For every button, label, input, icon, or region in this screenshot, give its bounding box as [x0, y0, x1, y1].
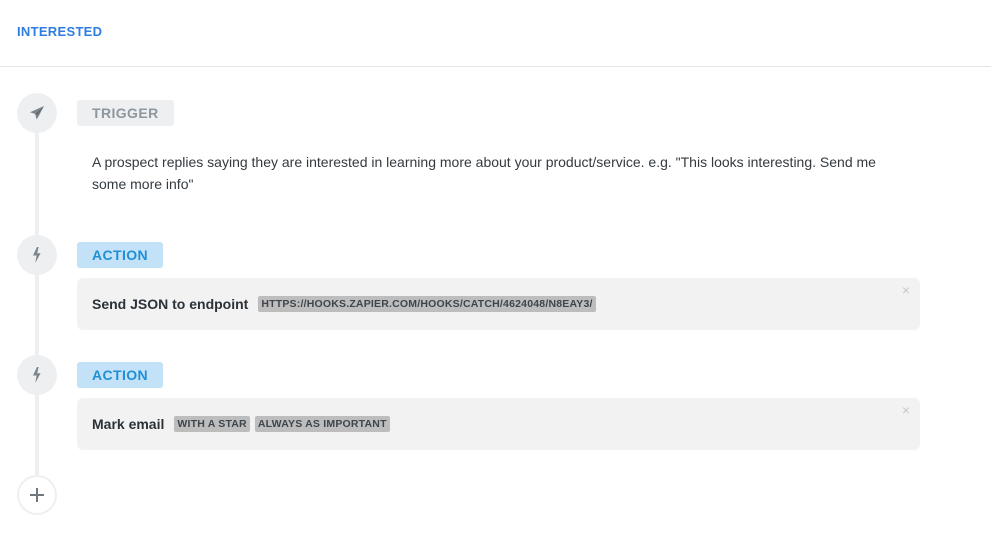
trigger-tag: TRIGGER: [77, 100, 174, 126]
action-title: Mark email: [92, 416, 165, 432]
close-icon[interactable]: ×: [902, 402, 910, 418]
action-tag: ACTION: [77, 242, 164, 268]
trigger-node: [17, 93, 57, 133]
action-card-send-json[interactable]: Send JSON to endpoint HTTPS://HOOKS.ZAPI…: [77, 278, 920, 330]
close-icon[interactable]: ×: [902, 282, 910, 298]
page-header: INTERESTED: [0, 0, 991, 67]
trigger-description: A prospect replies saying they are inter…: [92, 154, 876, 192]
paper-plane-icon: [29, 105, 45, 121]
action-title: Send JSON to endpoint: [92, 296, 249, 312]
action-param-url: HTTPS://HOOKS.ZAPIER.COM/HOOKS/CATCH/462…: [258, 296, 596, 312]
action-param-important: ALWAYS AS IMPORTANT: [254, 416, 390, 432]
lightning-bolt-icon: [31, 367, 43, 383]
lightning-bolt-icon: [31, 247, 43, 263]
page-title: INTERESTED: [17, 24, 103, 39]
add-step-button[interactable]: [17, 475, 57, 515]
action-node: [17, 355, 57, 395]
action-node: [17, 235, 57, 275]
action-card-mark-email[interactable]: Mark email WITH A STAR ALWAYS AS IMPORTA…: [77, 398, 920, 450]
action-tag: ACTION: [77, 362, 164, 388]
timeline-rail: [35, 120, 39, 482]
action-param-star: WITH A STAR: [174, 416, 250, 432]
plus-icon: [30, 488, 44, 502]
